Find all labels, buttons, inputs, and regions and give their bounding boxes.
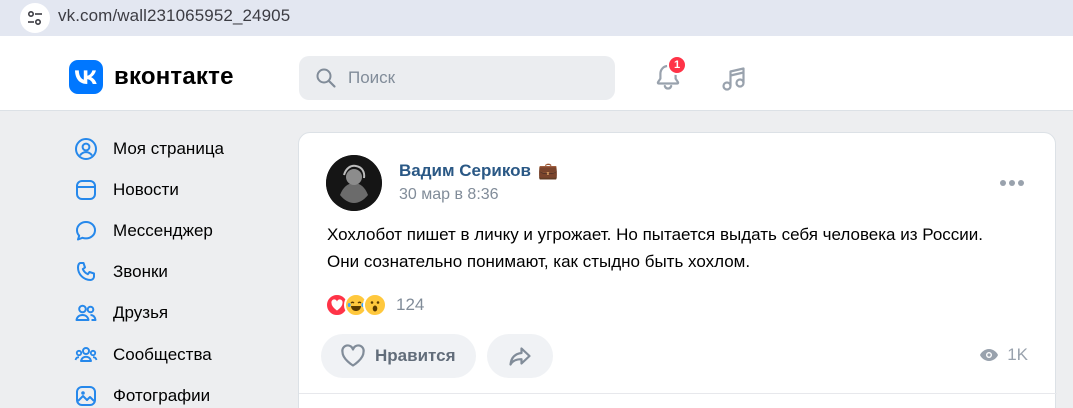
author-name[interactable]: Вадим Сериков (399, 161, 531, 181)
sidebar-item-calls[interactable]: Звонки (70, 252, 280, 293)
chat-bubble-icon (71, 216, 101, 246)
share-arrow-icon (509, 347, 531, 366)
search-box[interactable] (299, 56, 615, 100)
search-icon (316, 68, 336, 88)
site-settings-icon[interactable] (20, 3, 50, 33)
communities-icon (71, 340, 101, 370)
address-url[interactable]: vk.com/wall231065952_24905 (58, 6, 290, 26)
heart-icon (341, 344, 365, 367)
post-card: Вадим Сериков 💼 30 мар в 8:36 Хохлобот п… (298, 132, 1057, 408)
reactions-count: 124 (396, 295, 425, 314)
browser-address-bar: vk.com/wall231065952_24905 (0, 0, 1073, 36)
sidebar-item-label: Новости (113, 179, 179, 199)
more-dot (1018, 180, 1024, 186)
search-input[interactable] (348, 68, 588, 88)
reactions-summary[interactable]: 124 (325, 293, 424, 317)
music-button[interactable] (718, 62, 750, 94)
browser-divider (0, 36, 1073, 45)
more-dot (1009, 180, 1015, 186)
user-circle-icon (71, 134, 101, 164)
sidebar-item-friends[interactable]: Друзья (70, 293, 280, 334)
sidebar-item-news[interactable]: Новости (70, 169, 280, 210)
news-icon (71, 175, 101, 205)
sidebar-item-label: Сообщества (113, 344, 212, 364)
author-avatar[interactable] (326, 155, 382, 211)
vk-logo-badge (69, 60, 103, 94)
more-dots-icon (1000, 180, 1006, 186)
photos-icon (71, 381, 101, 408)
post-date[interactable]: 30 мар в 8:36 (399, 186, 499, 204)
avatar-image (326, 155, 382, 211)
like-label: Нравится (375, 346, 456, 365)
notifications-count-badge: 1 (667, 55, 687, 75)
sidebar-item-photos[interactable]: Фотографии (70, 375, 280, 408)
share-button[interactable] (487, 334, 553, 378)
vk-logo-icon (75, 70, 97, 84)
vk-header: вконтакте 1 (0, 45, 1073, 111)
left-sidebar-nav: Моя страница Новости Мессенджер Звонки Д… (70, 128, 280, 408)
sidebar-item-label: Звонки (113, 262, 168, 282)
sidebar-item-label: Друзья (113, 303, 169, 323)
briefcase-icon: 💼 (537, 163, 558, 180)
sidebar-item-label: Моя страница (113, 138, 225, 158)
post-author[interactable]: Вадим Сериков 💼 (399, 161, 558, 181)
sidebar-item-label: Фотографии (113, 385, 211, 405)
like-button[interactable]: Нравится (321, 334, 476, 378)
vk-logo-text: вконтакте (114, 63, 234, 90)
sidebar-item-messenger[interactable]: Мессенджер (70, 210, 280, 251)
views-counter: 1K (979, 345, 1028, 365)
eye-icon (980, 349, 999, 361)
sidebar-item-my-page[interactable]: Моя страница (70, 128, 280, 169)
music-note-icon (722, 67, 745, 91)
vk-logo[interactable]: вконтакте (69, 60, 234, 94)
sidebar-item-communities[interactable]: Сообщества (70, 334, 280, 375)
views-count: 1K (1007, 345, 1028, 364)
phone-icon (71, 257, 101, 287)
card-divider (299, 393, 1057, 394)
notifications-button[interactable]: 1 (652, 55, 687, 93)
post-text: Хохлобот пишет в личку и угрожает. Но пы… (327, 225, 984, 271)
sidebar-item-label: Мессенджер (113, 220, 213, 240)
friends-icon (71, 298, 101, 328)
surprised-reaction-icon (363, 293, 387, 317)
more-options-button[interactable] (1000, 177, 1024, 189)
